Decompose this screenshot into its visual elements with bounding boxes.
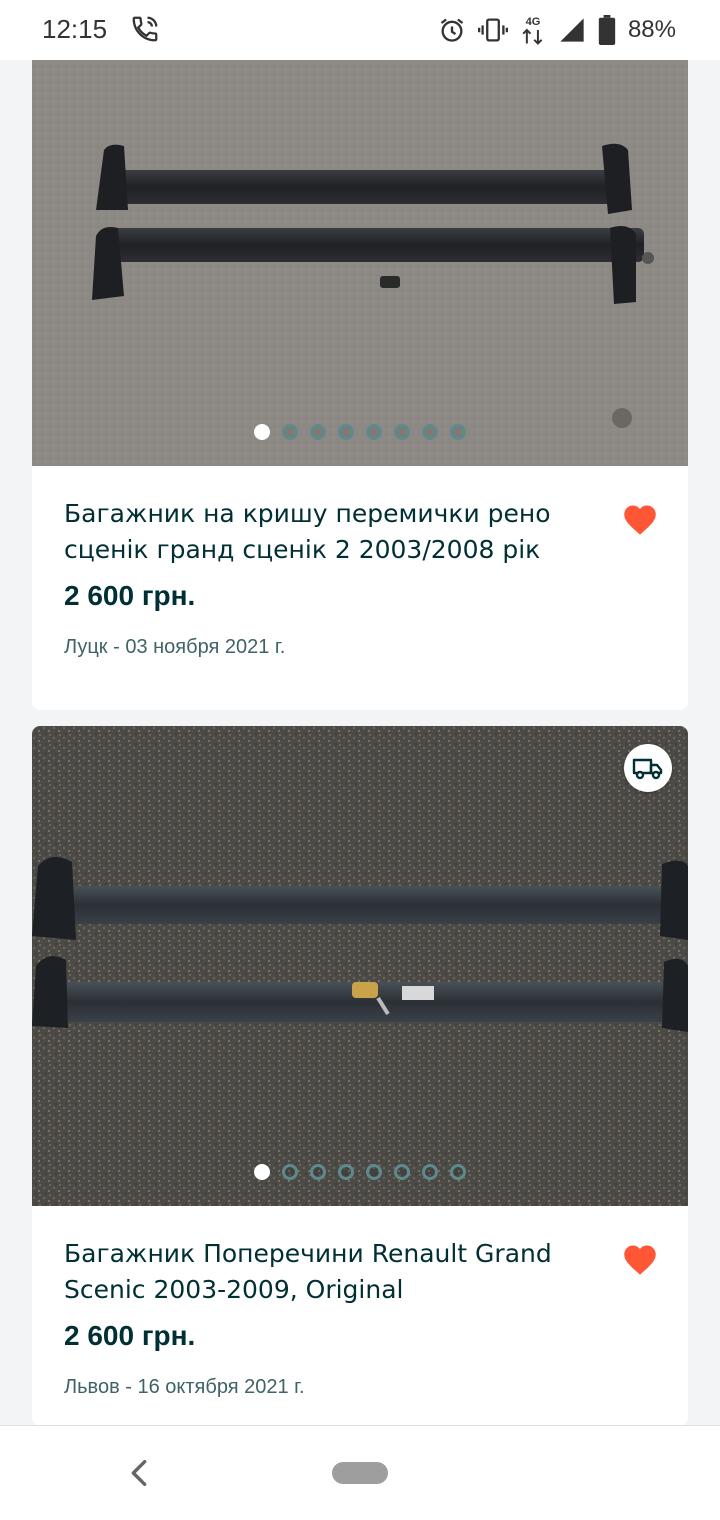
pager-dot[interactable] [394, 424, 410, 440]
pager-dot[interactable] [282, 1164, 298, 1180]
pager-dot[interactable] [366, 424, 382, 440]
delivery-badge [624, 744, 672, 792]
listing-price: 2 600 грн. [64, 1320, 196, 1351]
heart-icon[interactable] [622, 1242, 658, 1276]
roof-rack-photo [32, 0, 688, 466]
pager-dot[interactable] [338, 424, 354, 440]
network-label: 4G [526, 16, 541, 28]
status-bar: 12:15 4G 88% [0, 0, 720, 60]
photo-pager[interactable] [32, 1164, 688, 1180]
roof-rack-photo [32, 726, 688, 1206]
listing-location-date: Львов - 16 октября 2021 г. [64, 1376, 305, 1398]
battery-percent: 88% [627, 16, 676, 43]
heart-icon[interactable] [622, 502, 658, 536]
listing-title[interactable]: Багажник на кришу перемички рено сценік … [64, 496, 584, 568]
network-4g-icon: 4G [522, 16, 543, 45]
pager-dot[interactable] [394, 1164, 410, 1180]
back-icon[interactable] [124, 1456, 154, 1490]
pager-dot[interactable] [254, 424, 270, 440]
status-icons: 4G 88% [438, 12, 676, 48]
pager-dot[interactable] [422, 1164, 438, 1180]
pager-dot[interactable] [422, 424, 438, 440]
pager-dot[interactable] [254, 1164, 270, 1180]
phone-call-icon [132, 16, 158, 42]
pager-dot[interactable] [338, 1164, 354, 1180]
listing-photo[interactable] [32, 726, 688, 1206]
photo-pager[interactable] [32, 424, 688, 440]
pager-dot[interactable] [450, 1164, 466, 1180]
listing-location-date: Луцк - 03 ноября 2021 г. [64, 636, 286, 658]
home-pill[interactable] [332, 1462, 388, 1484]
delivery-truck-icon [632, 758, 663, 780]
pager-dot[interactable] [310, 1164, 326, 1180]
pager-dot[interactable] [282, 424, 298, 440]
listing-title[interactable]: Багажник Поперечини Renault Grand Scenic… [64, 1236, 584, 1308]
system-nav-bar [0, 1425, 720, 1520]
vibrate-icon [477, 18, 508, 42]
listing-card[interactable]: Багажник на кришу перемички рено сценік … [32, 0, 688, 710]
battery-icon [598, 15, 616, 45]
signal-icon [560, 18, 584, 42]
listing-photo[interactable] [32, 0, 688, 466]
listing-card[interactable]: Багажник Поперечини Renault Grand Scenic… [32, 726, 688, 1426]
status-time: 12:15 [42, 14, 108, 44]
pager-dot[interactable] [450, 424, 466, 440]
alarm-icon [440, 18, 464, 42]
pager-dot[interactable] [310, 424, 326, 440]
pager-dot[interactable] [366, 1164, 382, 1180]
listing-price: 2 600 грн. [64, 580, 196, 611]
